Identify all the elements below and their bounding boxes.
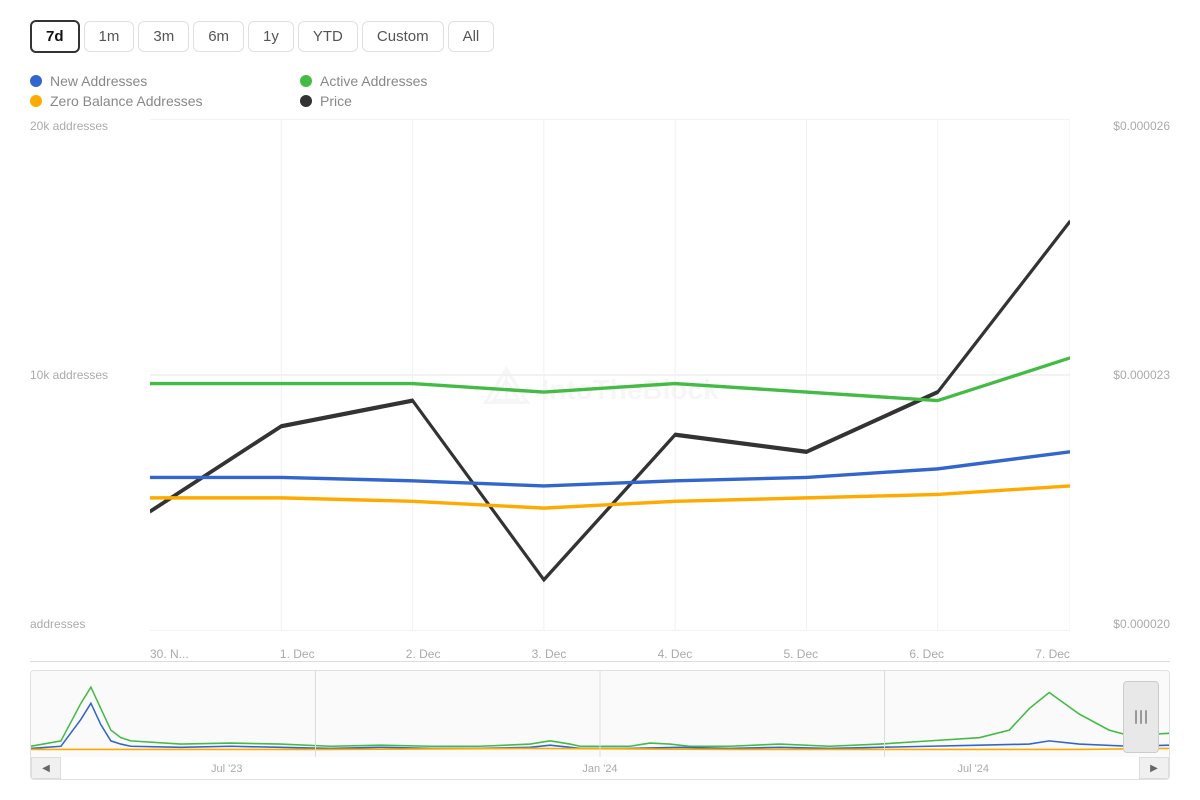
legend-dot-new-addresses — [30, 75, 42, 87]
legend-label-active-addresses: Active Addresses — [320, 73, 427, 89]
scroll-right-icon: ▶ — [1150, 763, 1158, 774]
time-selector: 7d1m3m6m1yYTDCustomAll — [30, 20, 1170, 53]
x-label-7: 7. Dec — [1035, 647, 1070, 661]
mini-chart-inner — [31, 671, 1169, 757]
time-btn-all[interactable]: All — [448, 21, 495, 52]
legend-item-active-addresses: Active Addresses — [300, 73, 530, 89]
mini-x-2: Jul '24 — [958, 763, 989, 775]
main-container: 7d1m3m6m1yYTDCustomAll New Addresses Acti… — [0, 0, 1200, 800]
mini-x-1: Jan '24 — [582, 763, 617, 775]
legend-label-price: Price — [320, 93, 352, 109]
x-label-2: 2. Dec — [406, 647, 441, 661]
handle-line-2 — [1140, 710, 1142, 724]
mini-x-axis: Jul '23 Jan '24 Jul '24 — [31, 763, 1169, 775]
legend-dot-active-addresses — [300, 75, 312, 87]
x-label-6: 6. Dec — [909, 647, 944, 661]
main-chart: IntoTheBlock 20k addresses 10k addresses… — [30, 119, 1170, 662]
y-axis-right: $0.000026 $0.000023 $0.000020 — [1070, 119, 1170, 631]
x-label-1: 1. Dec — [280, 647, 315, 661]
y-right-top: $0.000026 — [1113, 119, 1170, 133]
x-label-5: 5. Dec — [783, 647, 818, 661]
legend-item-price: Price — [300, 93, 530, 109]
time-btn-custom[interactable]: Custom — [362, 21, 444, 52]
y-left-top: 20k addresses — [30, 119, 150, 133]
mini-x-0: Jul '23 — [211, 763, 242, 775]
time-btn-6m[interactable]: 6m — [193, 21, 244, 52]
y-axis-left: 20k addresses 10k addresses addresses — [30, 119, 150, 631]
time-btn-1y[interactable]: 1y — [248, 21, 294, 52]
navigator-handle[interactable] — [1123, 681, 1159, 753]
time-btn-7d[interactable]: 7d — [30, 20, 80, 53]
scroll-left-icon: ◀ — [42, 763, 50, 774]
legend: New Addresses Active Addresses Zero Balanc… — [30, 73, 530, 109]
legend-item-zero-balance: Zero Balance Addresses — [30, 93, 260, 109]
legend-label-new-addresses: New Addresses — [50, 73, 147, 89]
legend-item-new-addresses: New Addresses — [30, 73, 260, 89]
legend-label-zero-balance: Zero Balance Addresses — [50, 93, 203, 109]
x-axis: 30. N... 1. Dec 2. Dec 3. Dec 4. Dec 5. … — [150, 641, 1070, 661]
time-btn-ytd[interactable]: YTD — [298, 21, 358, 52]
time-btn-3m[interactable]: 3m — [138, 21, 189, 52]
time-btn-1m[interactable]: 1m — [84, 21, 135, 52]
scroll-right-button[interactable]: ▶ — [1139, 757, 1169, 779]
chart-area: IntoTheBlock 20k addresses 10k addresses… — [30, 119, 1170, 780]
y-right-mid: $0.000023 — [1113, 368, 1170, 382]
x-label-3: 3. Dec — [532, 647, 567, 661]
y-left-bot: addresses — [30, 617, 150, 631]
legend-dot-zero-balance — [30, 95, 42, 107]
scroll-left-button[interactable]: ◀ — [31, 757, 61, 779]
legend-dot-price — [300, 95, 312, 107]
y-left-mid: 10k addresses — [30, 368, 150, 382]
handle-line-1 — [1135, 710, 1137, 724]
handle-line-3 — [1145, 710, 1147, 724]
y-right-bot: $0.000020 — [1113, 617, 1170, 631]
mini-chart: Jul '23 Jan '24 Jul '24 ◀ ▶ — [30, 670, 1170, 780]
handle-lines — [1135, 710, 1147, 724]
chart-svg — [150, 119, 1070, 631]
x-label-0: 30. N... — [150, 647, 189, 661]
x-label-4: 4. Dec — [658, 647, 693, 661]
